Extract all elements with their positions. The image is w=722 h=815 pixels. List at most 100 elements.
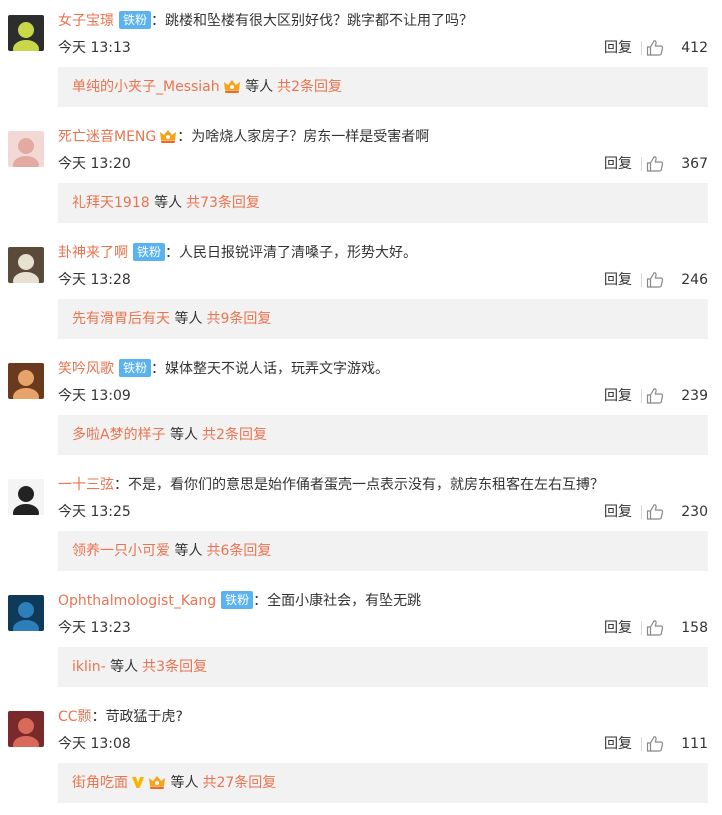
reply-button[interactable]: 回复 [604,154,632,174]
username-link[interactable]: Ophthalmologist_Kang [58,593,216,609]
avatar[interactable] [8,131,44,167]
reply-summary[interactable]: 礼拜天1918 等人 共73条回复 [58,183,708,223]
like-count: 367 [681,156,708,172]
thumbs-up-icon [646,620,664,636]
timestamp: 今天 13:20 [58,156,131,172]
like-button[interactable]: 367 [646,154,708,174]
fan-badge[interactable]: 铁粉 [133,243,166,261]
comment-text: 媒体整天不说人话，玩弄文字游戏。 [165,361,390,377]
reply-username-link[interactable]: 多啦A梦的样子 [72,427,166,443]
reply-total-link[interactable]: 共2条回复 [202,427,267,443]
reply-button[interactable]: 回复 [604,502,632,522]
comment-header: 笑吟风歌 铁粉 ：媒体整天不说人话，玩弄文字游戏。 [58,358,389,380]
reply-total-link[interactable]: 共9条回复 [206,311,271,327]
divider [641,621,642,635]
reply-total-link[interactable]: 共27条回复 [202,775,276,791]
comment-text: 为啥烧人家房子？房东一样是受害者啊 [191,129,430,145]
comment-item: 卦神来了啊 铁粉 ：人民日报锐评清了清嗓子，形势大好。 今天 13:28 回复 24… [0,232,722,348]
username-link[interactable]: 女子宝璟 [58,13,114,29]
username-link[interactable]: 卦神来了啊 [58,245,128,261]
reply-button[interactable]: 回复 [604,618,632,638]
reply-total-link[interactable]: 共6条回复 [206,543,271,559]
avatar[interactable] [8,15,44,51]
reply-summary[interactable]: 单纯的小夹子_Messiah 等人 共2条回复 [58,67,708,107]
like-button[interactable]: 412 [646,38,708,58]
comment-meta: 今天 13:28 回复 246 [58,270,708,290]
username-link[interactable]: CC颢 [58,709,92,725]
like-button[interactable]: 111 [646,734,708,754]
like-count: 230 [681,504,708,520]
reply-summary[interactable]: 多啦A梦的样子 等人 共2条回复 [58,415,708,455]
reply-username-link[interactable]: 单纯的小夹子_Messiah [72,79,220,95]
comment-item: 笑吟风歌 铁粉 ：媒体整天不说人话，玩弄文字游戏。 今天 13:09 回复 239 … [0,348,722,464]
username-link[interactable]: 一十三弦 [58,477,114,493]
comment-meta: 今天 13:08 回复 111 [58,734,708,754]
member-crown-icon[interactable] [148,766,166,806]
comment-item: 死亡迷音MENG ：为啥烧人家房子？房东一样是受害者啊 今天 13:20 回复 3… [0,116,722,232]
thumbs-up-icon [646,40,664,56]
comment-item: 一十三弦：不是，看你们的意思是始作俑者蛋壳一点表示没有，就房东租客在左右互搏？ … [0,464,722,580]
avatar[interactable] [8,363,44,399]
avatar-image [8,363,44,399]
avatar[interactable] [8,711,44,747]
colon: ： [91,709,106,725]
avatar-image [8,479,44,515]
avatar-image [8,247,44,283]
like-button[interactable]: 246 [646,270,708,290]
avatar[interactable] [8,595,44,631]
timestamp: 今天 13:28 [58,272,131,288]
colon: ： [165,245,180,261]
reply-summary[interactable]: 街角吃面 等人 共27条回复 [58,763,708,803]
reply-etc-label: 等人 [154,195,183,211]
colon: ： [177,129,192,145]
reply-button[interactable]: 回复 [604,270,632,290]
comment-header: 一十三弦：不是，看你们的意思是始作俑者蛋壳一点表示没有，就房东租客在左右互搏？ [58,474,604,496]
like-count: 158 [681,620,708,636]
like-button[interactable]: 239 [646,386,708,406]
colon: ： [114,477,128,493]
reply-username-link[interactable]: 领养一只小可爱 [72,543,170,559]
reply-total-link[interactable]: 共2条回复 [277,79,342,95]
comment-header: 死亡迷音MENG ：为啥烧人家房子？房东一样是受害者啊 [58,126,429,148]
comment-meta: 今天 13:13 回复 412 [58,38,708,58]
reply-summary[interactable]: iklin- 等人 共3条回复 [58,647,708,687]
timestamp: 今天 13:13 [58,40,131,56]
fan-badge[interactable]: 铁粉 [119,11,152,29]
thumbs-up-icon [646,388,664,404]
timestamp: 今天 13:23 [58,620,131,636]
reply-summary[interactable]: 先有滑胃后有天 等人 共9条回复 [58,299,708,339]
avatar[interactable] [8,247,44,283]
like-count: 111 [681,736,708,752]
reply-button[interactable]: 回复 [604,734,632,754]
reply-button[interactable]: 回复 [604,386,632,406]
member-crown-icon[interactable] [159,128,177,151]
username-link[interactable]: 笑吟风歌 [58,361,114,377]
reply-total-link[interactable]: 共3条回复 [142,659,207,675]
username-link[interactable]: 死亡迷音MENG [58,129,156,145]
avatar-image [8,15,44,51]
reply-etc-label: 等人 [174,543,203,559]
timestamp: 今天 13:25 [58,504,131,520]
reply-username-link[interactable]: iklin- [72,659,106,675]
avatar[interactable] [8,479,44,515]
timestamp: 今天 13:09 [58,388,131,404]
member-crown-icon[interactable] [223,70,241,110]
reply-summary[interactable]: 领养一只小可爱 等人 共6条回复 [58,531,708,571]
reply-button[interactable]: 回复 [604,38,632,58]
divider [641,41,642,55]
comment-item: Ophthalmologist_Kang 铁粉 ：全面小康社会，有坠无跳 今天 13… [0,580,722,696]
reply-username-link[interactable]: 街角吃面 [72,775,128,791]
like-count: 246 [681,272,708,288]
colon: ： [151,13,166,29]
divider [641,157,642,171]
comment-list: 女子宝璟 铁粉 ：跳楼和坠楼有很大区别好伐？跳字都不让用了吗？ 今天 13:13 回… [0,0,722,812]
like-button[interactable]: 230 [646,502,708,522]
fan-badge[interactable]: 铁粉 [119,359,152,377]
like-button[interactable]: 158 [646,618,708,638]
reply-username-link[interactable]: 礼拜天1918 [72,195,150,211]
fan-badge[interactable]: 铁粉 [221,591,254,609]
comment-item: CC颢：苛政猛于虎? 今天 13:08 回复 111 街角吃面 等人 共27条回复 [0,696,722,812]
reply-etc-label: 等人 [245,79,274,95]
reply-username-link[interactable]: 先有滑胃后有天 [72,311,170,327]
reply-total-link[interactable]: 共73条回复 [186,195,260,211]
